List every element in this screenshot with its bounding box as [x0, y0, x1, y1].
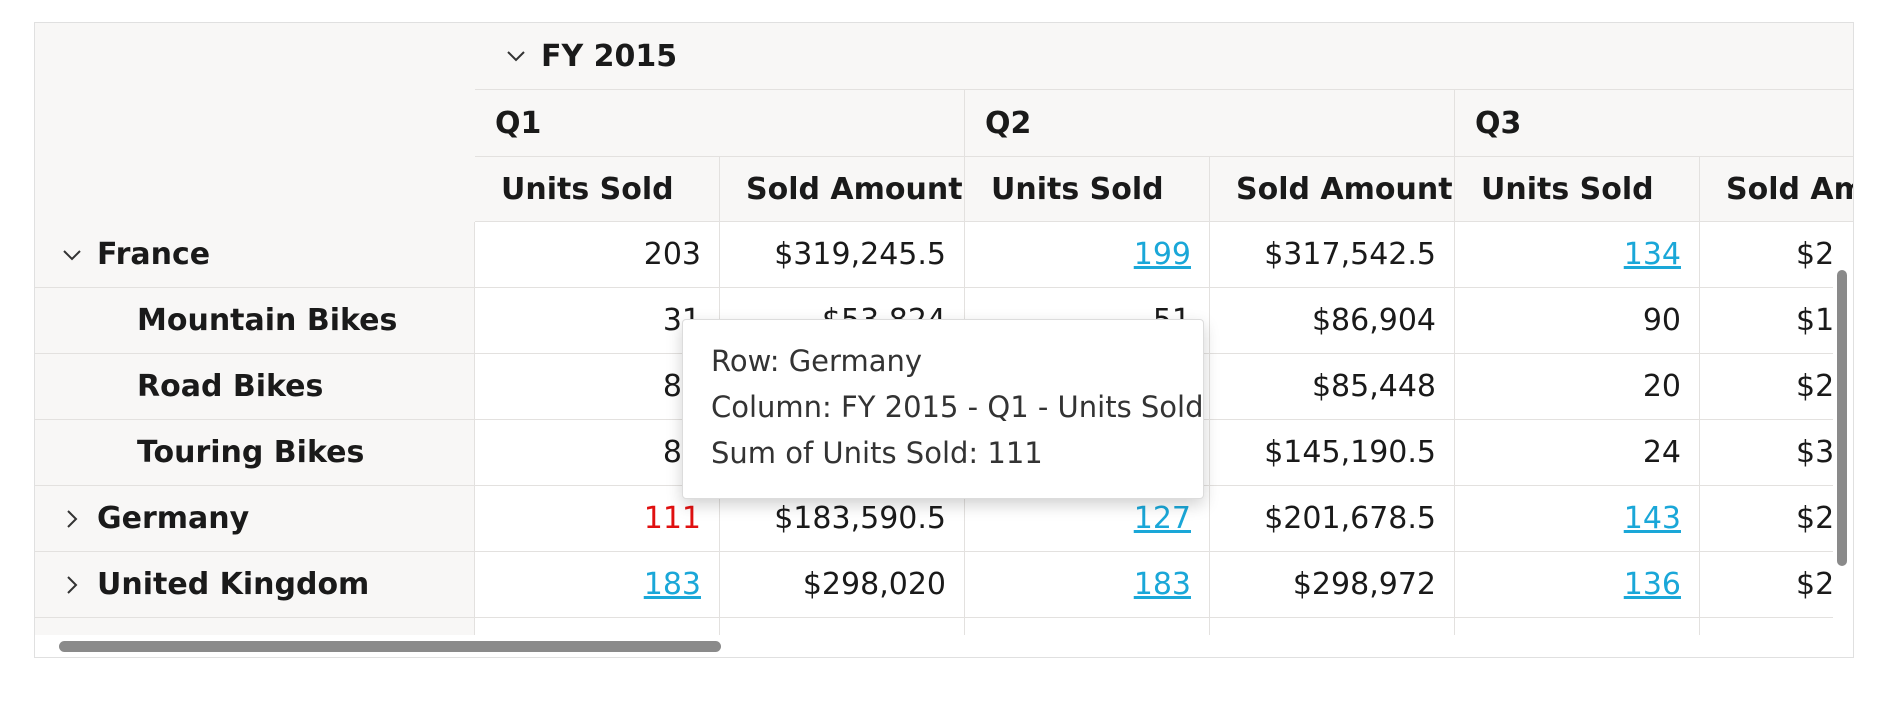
row-label: France: [97, 237, 211, 272]
cell-value: 24: [1642, 435, 1681, 470]
data-cell[interactable]: 199: [965, 222, 1210, 288]
measure-label: Units Sold: [501, 171, 674, 207]
row-header-united-kingdom[interactable]: United Kingdom: [35, 552, 475, 618]
data-cell[interactable]: 136: [1455, 552, 1700, 618]
measure-label: Sold Amount: [1236, 171, 1453, 207]
cell-value: $317,542.5: [1264, 237, 1436, 272]
cell-value: $86,904: [1311, 303, 1436, 338]
data-cell[interactable]: 183: [475, 552, 720, 618]
data-cell[interactable]: $86,904: [1210, 288, 1455, 354]
data-cell[interactable]: $317,542.5: [1210, 222, 1455, 288]
chevron-down-icon[interactable]: [501, 41, 531, 71]
data-cell[interactable]: $29: [1700, 354, 1853, 420]
data-cell[interactable]: $201,678.5: [1210, 486, 1455, 552]
measure-label: Sold Amount: [746, 171, 963, 207]
cell-value: $183,590.5: [774, 501, 946, 536]
row-label: United Kingdom: [97, 567, 370, 602]
data-cell[interactable]: 203: [475, 222, 720, 288]
data-cell[interactable]: $218,6: [1700, 552, 1853, 618]
drillthrough-link[interactable]: 183: [1134, 567, 1191, 602]
cell-value: 111: [643, 501, 701, 536]
horizontal-scroll-thumb[interactable]: [59, 641, 721, 652]
data-cell[interactable]: $221: [1700, 222, 1853, 288]
tooltip-row: Row: Germany: [711, 344, 923, 378]
cell-value: $85,448: [1311, 369, 1436, 404]
measure-header[interactable]: Units Sold: [1455, 157, 1700, 222]
measure-header[interactable]: Units Sold: [475, 157, 720, 222]
chevron-right-icon[interactable]: [57, 504, 87, 534]
data-cell[interactable]: $298,020: [720, 552, 965, 618]
vertical-scrollbar[interactable]: [1833, 222, 1853, 657]
row-header-corner: [35, 23, 476, 223]
row-header-touring-bikes: Touring Bikes: [35, 420, 475, 486]
measure-header[interactable]: Units Sold: [965, 157, 1210, 222]
quarter-label: Q2: [985, 105, 1032, 141]
tooltip-column: Column: FY 2015 - Q1 - Units Sold: [711, 390, 1204, 424]
cell-value: 20: [1642, 369, 1681, 404]
row-header-road-bikes: Road Bikes: [35, 354, 475, 420]
data-cell[interactable]: 90: [1455, 288, 1700, 354]
measure-label: Units Sold: [1481, 171, 1654, 207]
cell-value: 203: [643, 237, 701, 272]
cell-value: $298,972: [1292, 567, 1436, 602]
cell-value: $145,190.5: [1264, 435, 1436, 470]
drillthrough-link[interactable]: 143: [1624, 501, 1681, 536]
data-cell[interactable]: $231: [1700, 486, 1853, 552]
column-headers: FY 2015 Q1 Q2 Q3 Units Sold Sold Amount …: [475, 23, 1853, 222]
drillthrough-link[interactable]: 127: [1134, 501, 1191, 536]
data-cell[interactable]: 143: [1455, 486, 1700, 552]
measure-label: Units Sold: [991, 171, 1164, 207]
drillthrough-link[interactable]: 199: [1134, 237, 1191, 272]
cell-value: $298,020: [802, 567, 946, 602]
drillthrough-link[interactable]: 136: [1624, 567, 1681, 602]
quarter-header-q1[interactable]: Q1: [475, 90, 965, 157]
measure-header[interactable]: Sold Amc: [1700, 157, 1853, 222]
row-header-mountain-bikes: Mountain Bikes: [35, 288, 475, 354]
measure-header[interactable]: Sold Amount: [720, 157, 965, 222]
measure-header[interactable]: Sold Amount: [1210, 157, 1455, 222]
year-header[interactable]: FY 2015: [475, 23, 1853, 90]
cell-value: $201,678.5: [1264, 501, 1436, 536]
data-cell[interactable]: 20: [1455, 354, 1700, 420]
row-label: Road Bikes: [137, 369, 324, 404]
row-label: Touring Bikes: [137, 435, 365, 470]
row-label: Mountain Bikes: [137, 303, 398, 338]
quarter-header-q2[interactable]: Q2: [965, 90, 1455, 157]
vertical-scroll-thumb[interactable]: [1837, 270, 1847, 566]
data-cell[interactable]: $85,448: [1210, 354, 1455, 420]
measure-label: Sold Amc: [1726, 171, 1853, 207]
cell-value: 90: [1642, 303, 1681, 338]
row-header-france[interactable]: France: [35, 222, 475, 288]
year-label: FY 2015: [541, 38, 678, 74]
data-cell[interactable]: $153: [1700, 288, 1853, 354]
data-cell[interactable]: $319,245.5: [720, 222, 965, 288]
row-label: Germany: [97, 501, 250, 536]
data-cell[interactable]: 24: [1455, 420, 1700, 486]
drillthrough-link[interactable]: 183: [644, 567, 701, 602]
chevron-right-icon[interactable]: [57, 570, 87, 600]
quarter-header-q3[interactable]: Q3: [1455, 90, 1853, 157]
quarter-label: Q1: [495, 105, 542, 141]
tooltip-value: Sum of Units Sold: 111: [711, 436, 1043, 470]
data-cell[interactable]: $298,972: [1210, 552, 1455, 618]
horizontal-scrollbar[interactable]: [35, 635, 1853, 657]
row-header-germany[interactable]: Germany: [35, 486, 475, 552]
cell-value: $319,245.5: [774, 237, 946, 272]
chevron-down-icon[interactable]: [57, 240, 87, 270]
quarter-label: Q3: [1475, 105, 1522, 141]
data-cell[interactable]: 183: [965, 552, 1210, 618]
data-cell[interactable]: $38: [1700, 420, 1853, 486]
drillthrough-link[interactable]: 134: [1624, 237, 1681, 272]
cell-tooltip: Row: Germany Column: FY 2015 - Q1 - Unit…: [682, 319, 1204, 499]
data-cell[interactable]: 134: [1455, 222, 1700, 288]
data-cell[interactable]: $145,190.5: [1210, 420, 1455, 486]
